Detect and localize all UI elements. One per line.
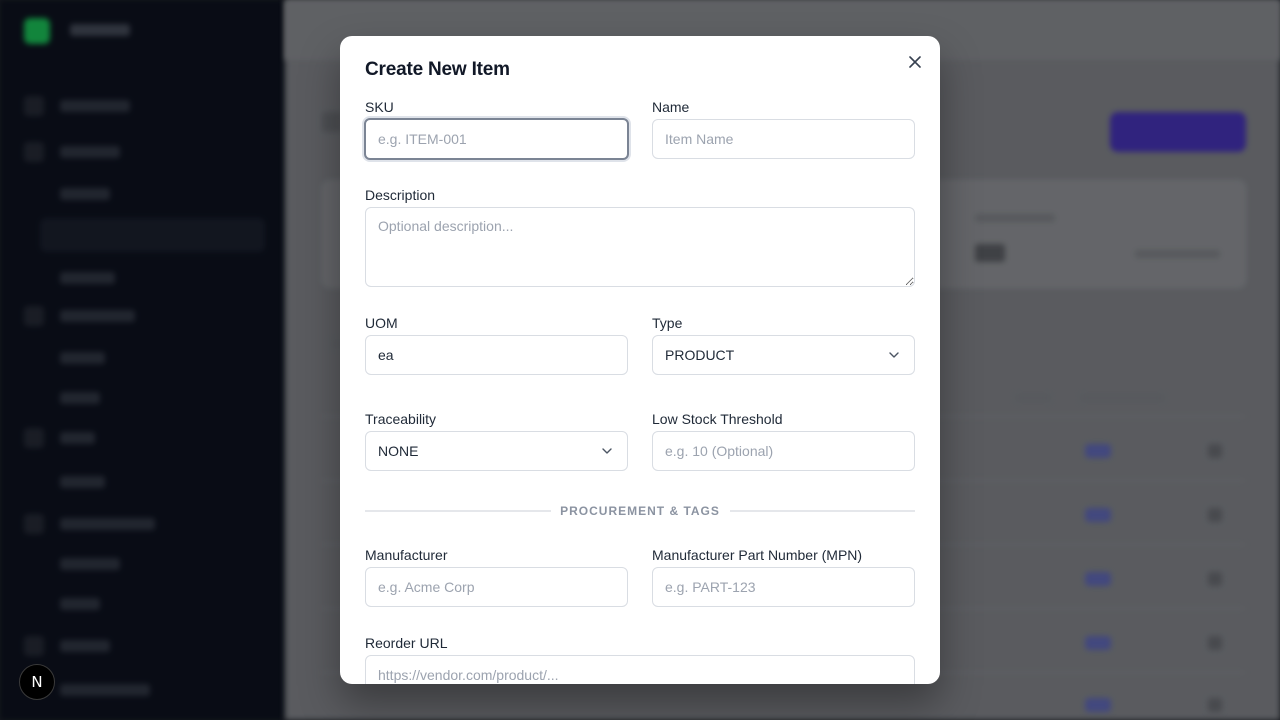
- close-button[interactable]: [905, 52, 925, 72]
- close-icon: [909, 56, 921, 68]
- sku-input[interactable]: [364, 118, 629, 160]
- low-stock-label: Low Stock Threshold: [652, 411, 783, 427]
- traceability-label: Traceability: [365, 411, 437, 427]
- section-heading: PROCUREMENT & TAGS: [560, 504, 720, 518]
- type-select[interactable]: PRODUCT: [652, 335, 915, 375]
- name-input[interactable]: [652, 119, 915, 159]
- manufacturer-input[interactable]: [365, 567, 628, 607]
- sku-label: SKU: [365, 99, 394, 115]
- uom-input[interactable]: [365, 335, 628, 375]
- traceability-select[interactable]: NONE: [365, 431, 628, 471]
- description-textarea[interactable]: [365, 207, 915, 287]
- chevron-down-icon: [602, 448, 612, 454]
- type-select-value: PRODUCT: [665, 347, 735, 363]
- traceability-select-value: NONE: [378, 443, 419, 459]
- description-label: Description: [365, 187, 436, 203]
- type-label: Type: [652, 315, 683, 331]
- uom-label: UOM: [365, 315, 398, 331]
- section-divider-right: [730, 510, 915, 512]
- manufacturer-label: Manufacturer: [365, 547, 448, 563]
- dialog-title: Create New Item: [365, 59, 510, 80]
- reorder-url-label: Reorder URL: [365, 635, 448, 651]
- section-divider-left: [365, 510, 551, 512]
- mpn-input[interactable]: [652, 567, 915, 607]
- name-label: Name: [652, 99, 690, 115]
- create-item-dialog: Create New Item SKU Name Description UOM…: [340, 36, 940, 684]
- mpn-label: Manufacturer Part Number (MPN): [652, 547, 863, 563]
- dev-tools-badge[interactable]: N: [19, 664, 55, 700]
- low-stock-input[interactable]: [652, 431, 915, 471]
- chevron-down-icon: [889, 352, 899, 358]
- reorder-url-input[interactable]: [365, 655, 915, 684]
